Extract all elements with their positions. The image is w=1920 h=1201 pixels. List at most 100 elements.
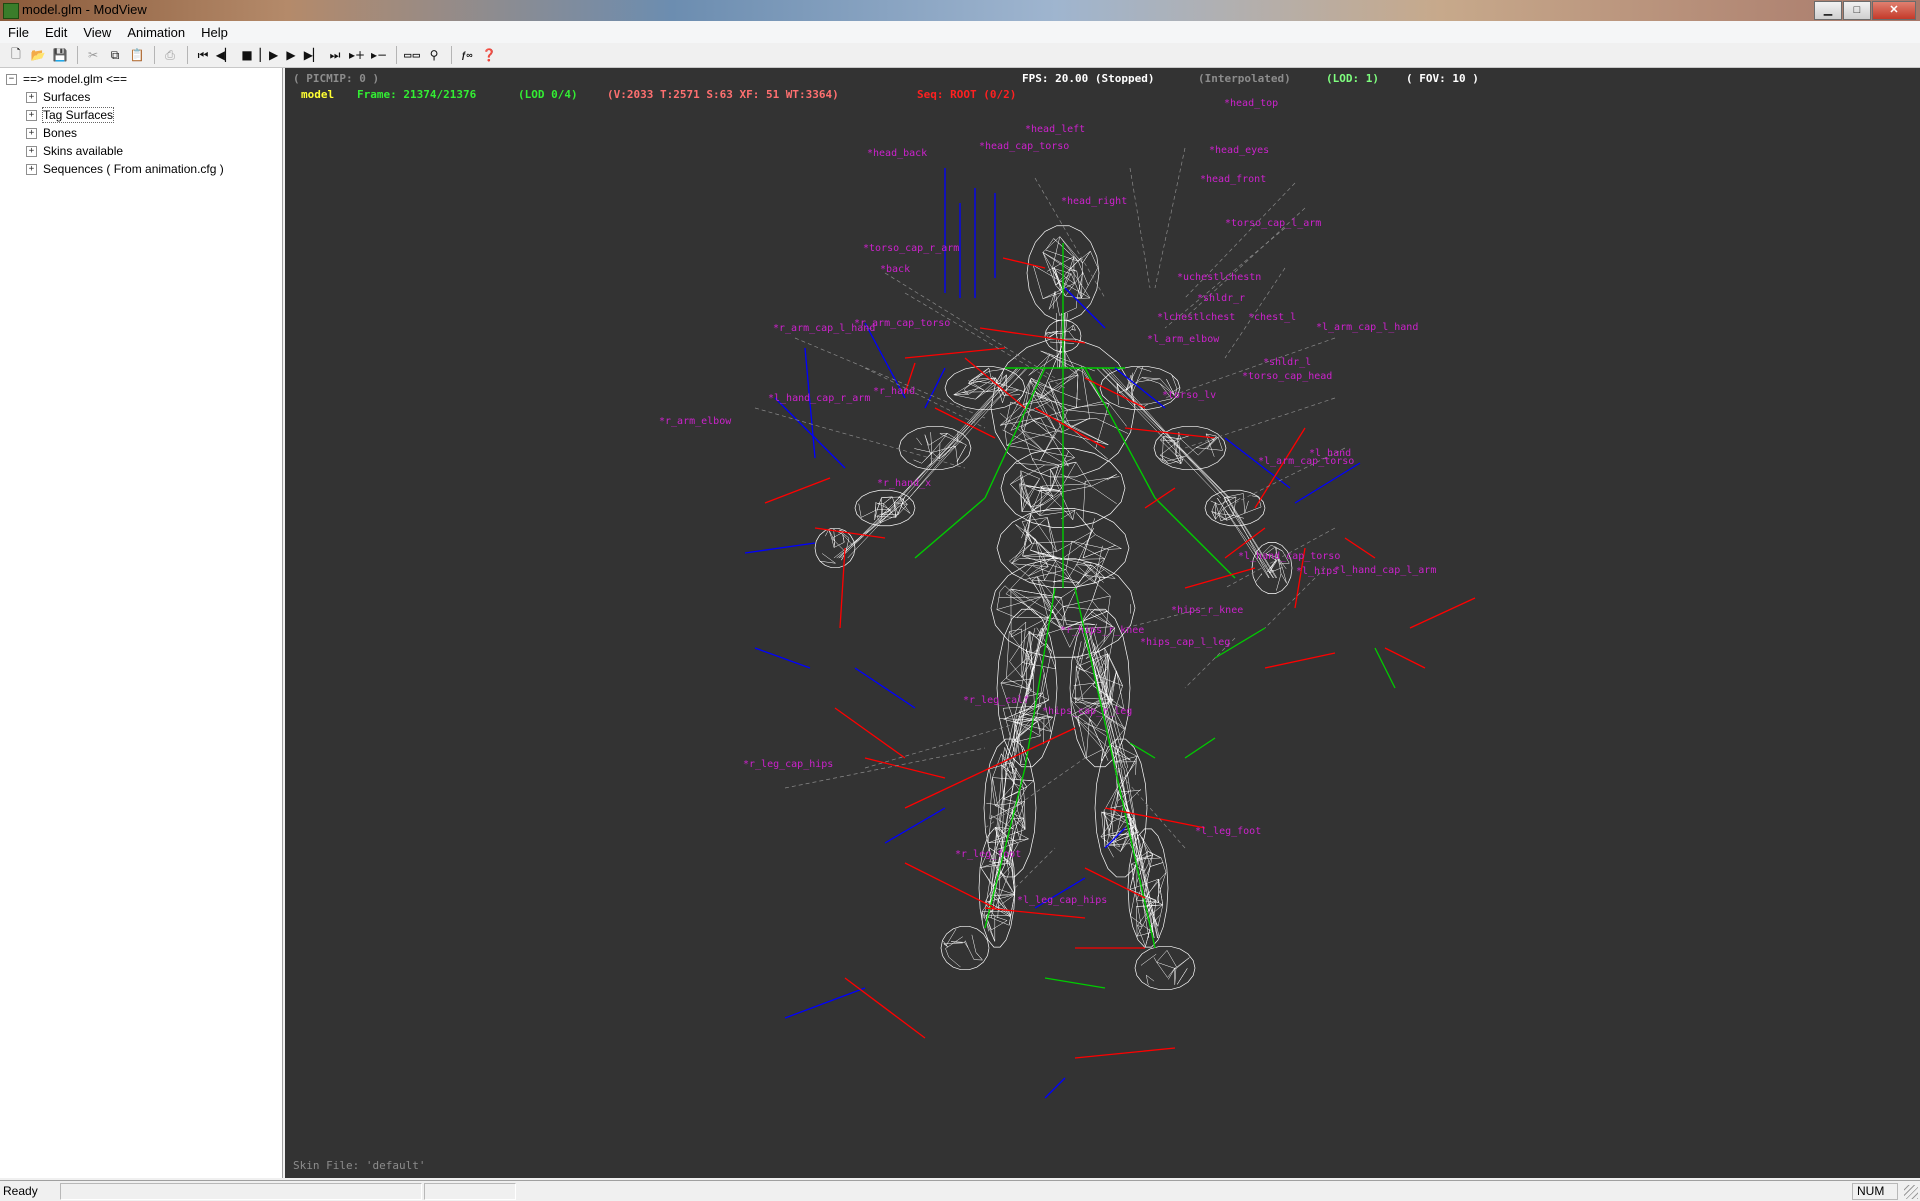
collapse-icon[interactable]: − bbox=[6, 74, 17, 85]
play-forward-icon[interactable]: ▏▶ bbox=[259, 45, 279, 65]
toolbar: 🗋 📂 💾 ✂ ⧉ 📋 ⎙ ⏮ ◀▏ ■ ▏▶ ▶ ▶▏ ⏭ ▸+ ▸− ▭▭ … bbox=[0, 43, 1920, 68]
menu-help[interactable]: Help bbox=[193, 25, 236, 40]
tree-item-skins[interactable]: + Skins available bbox=[26, 142, 123, 160]
toolbar-separator bbox=[187, 46, 188, 64]
tree-item-label[interactable]: Tag Surfaces bbox=[43, 108, 113, 122]
tag-label: *r_arm_elbow bbox=[659, 416, 731, 427]
close-button[interactable]: ✕ bbox=[1872, 1, 1916, 20]
hud-lod-top: (LOD: 1) bbox=[1326, 72, 1379, 85]
menu-edit[interactable]: Edit bbox=[37, 25, 75, 40]
window-title: model.glm - ModView bbox=[22, 2, 147, 17]
tag-label: *r_hand bbox=[873, 386, 915, 397]
stop-icon[interactable]: ■ bbox=[237, 45, 257, 65]
tag-label: *hips_cap_r_leg bbox=[1042, 706, 1132, 717]
tree-item-sequences[interactable]: + Sequences ( From animation.cfg ) bbox=[26, 160, 224, 178]
maximize-button[interactable]: □ bbox=[1843, 1, 1871, 20]
tag-label: *l_hand_cap_r_arm bbox=[768, 393, 870, 404]
next-frame-icon[interactable]: ▶▏ bbox=[303, 45, 323, 65]
add-frame-icon[interactable]: ▸+ bbox=[347, 45, 367, 65]
hud-picmip: ( PICMIP: 0 ) bbox=[293, 72, 379, 85]
toolbar-separator bbox=[154, 46, 155, 64]
tree-item-label[interactable]: Skins available bbox=[43, 144, 123, 158]
tree-item-label[interactable]: Sequences ( From animation.cfg ) bbox=[43, 162, 224, 176]
status-panel bbox=[60, 1183, 422, 1200]
menu-bar: File Edit View Animation Help bbox=[0, 21, 1920, 44]
tag-label: *torso_lv bbox=[1162, 390, 1216, 401]
new-icon[interactable]: 🗋 bbox=[6, 45, 26, 65]
tag-label: *l_hand_cap_l_arm bbox=[1334, 565, 1436, 576]
tag-label: *l_leg_cap_hips bbox=[1017, 895, 1107, 906]
expand-icon[interactable]: + bbox=[26, 128, 37, 139]
expand-icon[interactable]: + bbox=[26, 110, 37, 121]
hud-model-name: model bbox=[301, 88, 334, 101]
skeleton-icon[interactable]: ⚲ bbox=[424, 45, 444, 65]
hud-interpolated: (Interpolated) bbox=[1198, 72, 1291, 85]
tag-label: *head_back bbox=[867, 148, 927, 159]
toolbar-separator bbox=[451, 46, 452, 64]
menu-animation[interactable]: Animation bbox=[119, 25, 193, 40]
menu-file[interactable]: File bbox=[0, 25, 37, 40]
paste-icon[interactable]: 📋 bbox=[127, 45, 147, 65]
status-panel bbox=[424, 1183, 516, 1200]
tag-label: *lchestlchest bbox=[1157, 312, 1235, 323]
tree-root-label[interactable]: ==> model.glm <== bbox=[23, 72, 127, 86]
tag-label: *r_leg_calf bbox=[963, 695, 1029, 706]
tag-label: *uchestlchestn bbox=[1177, 272, 1261, 283]
expand-icon[interactable]: + bbox=[26, 92, 37, 103]
save-icon[interactable]: 💾 bbox=[50, 45, 70, 65]
hud-frame: Frame: 21374/21376 bbox=[357, 88, 476, 101]
tag-label: *r_hand_x bbox=[877, 478, 931, 489]
tag-label: *l_arm_cap_l_hand bbox=[1316, 322, 1418, 333]
last-frame-icon[interactable]: ⏭ bbox=[325, 45, 345, 65]
print-icon[interactable]: ⎙ bbox=[160, 45, 180, 65]
prev-frame-icon[interactable]: ◀▏ bbox=[215, 45, 235, 65]
tag-label: *head_cap_torso bbox=[979, 141, 1069, 152]
3d-viewport[interactable]: ( PICMIP: 0 ) FPS: 20.00 (Stopped) (Inte… bbox=[285, 68, 1920, 1178]
tag-label: *head_top bbox=[1224, 98, 1278, 109]
tag-label: *l_hand_cap_torso bbox=[1238, 551, 1340, 562]
remove-frame-icon[interactable]: ▸− bbox=[369, 45, 389, 65]
expand-icon[interactable]: + bbox=[26, 164, 37, 175]
bbox-icon[interactable]: ▭▭ bbox=[402, 45, 422, 65]
tree-item-surfaces[interactable]: + Surfaces bbox=[26, 88, 90, 106]
hud-lod: (LOD 0/4) bbox=[518, 88, 578, 101]
tag-label: *torso_cap_head bbox=[1242, 371, 1332, 382]
toolbar-separator bbox=[77, 46, 78, 64]
tag-label: *torso_cap_l_arm bbox=[1225, 218, 1321, 229]
app-icon bbox=[3, 3, 19, 19]
tag-label: *r_hips_r_knee bbox=[1060, 625, 1144, 636]
help-icon[interactable]: ❓ bbox=[479, 45, 499, 65]
tag-label: *r_leg_foot bbox=[955, 849, 1021, 860]
tag-label: *chest_l bbox=[1248, 312, 1296, 323]
status-text: Ready bbox=[3, 1184, 38, 1198]
tag-label: *hips_r_knee bbox=[1171, 605, 1243, 616]
tree-item-label[interactable]: Surfaces bbox=[43, 90, 90, 104]
hud-skin-file: Skin File: 'default' bbox=[293, 1159, 425, 1172]
tag-label: *torso_cap_r_arm bbox=[863, 243, 959, 254]
toolbar-separator bbox=[396, 46, 397, 64]
tag-label: *r_arm_cap_torso bbox=[854, 318, 950, 329]
hud-stats: (V:2033 T:2571 S:63 XF: 51 WT:3364) bbox=[607, 88, 839, 101]
open-icon[interactable]: 📂 bbox=[28, 45, 48, 65]
tag-label: *l_arm_elbow bbox=[1147, 334, 1219, 345]
minimize-button[interactable]: ▁ bbox=[1814, 1, 1842, 20]
cut-icon[interactable]: ✂ bbox=[83, 45, 103, 65]
model-tree: − ==> model.glm <== + Surfaces + Tag Sur… bbox=[0, 68, 283, 1178]
tag-label: *shldr_r bbox=[1197, 293, 1245, 304]
tag-label: *l_leg_foot bbox=[1195, 826, 1261, 837]
tree-item-label[interactable]: Bones bbox=[43, 126, 77, 140]
copy-icon[interactable]: ⧉ bbox=[105, 45, 125, 65]
tag-label: *back bbox=[880, 264, 910, 275]
tree-item-tag-surfaces[interactable]: + Tag Surfaces bbox=[26, 106, 113, 124]
resize-grip[interactable] bbox=[1904, 1185, 1918, 1199]
title-bar: model.glm - ModView ▁ □ ✕ bbox=[0, 0, 1920, 21]
first-frame-icon[interactable]: ⏮ bbox=[193, 45, 213, 65]
tree-item-bones[interactable]: + Bones bbox=[26, 124, 77, 142]
num-lock-indicator: NUM bbox=[1852, 1183, 1898, 1200]
menu-view[interactable]: View bbox=[75, 25, 119, 40]
fov-icon[interactable]: ƒ∞ bbox=[457, 45, 477, 65]
hud-fov: ( FOV: 10 ) bbox=[1406, 72, 1479, 85]
expand-icon[interactable]: + bbox=[26, 146, 37, 157]
tree-root[interactable]: − ==> model.glm <== bbox=[6, 70, 127, 88]
play-icon[interactable]: ▶ bbox=[281, 45, 301, 65]
